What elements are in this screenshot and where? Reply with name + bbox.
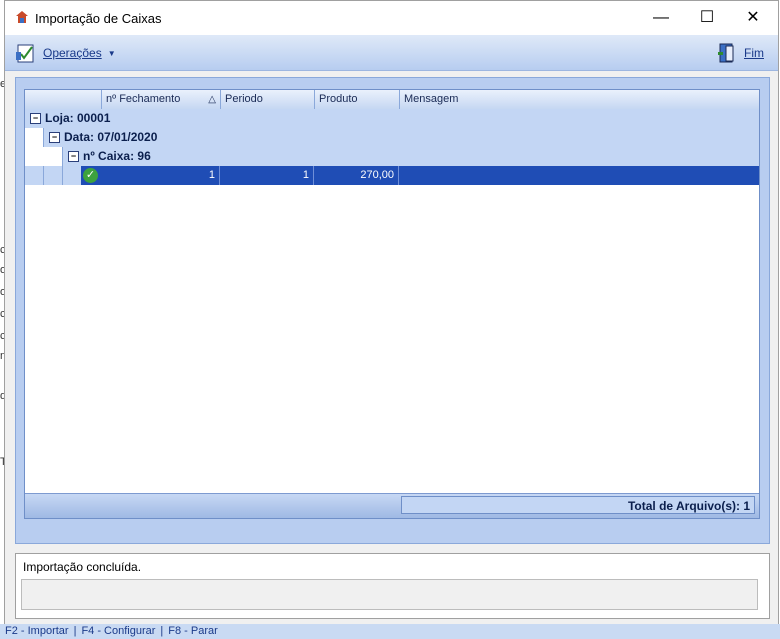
column-produto[interactable]: Produto	[314, 90, 399, 109]
exit-door-icon	[718, 43, 734, 63]
check-icon: ✓	[83, 168, 98, 183]
toolbar: Operações ▼ Fim	[5, 35, 778, 71]
shortcut-configure[interactable]: F4 - Configurar	[81, 625, 155, 637]
shortcut-import[interactable]: F2 - Importar	[5, 625, 69, 637]
status-panel: Importação concluída.	[15, 553, 770, 619]
window-title: Importação de Caixas	[35, 11, 162, 26]
shortcut-bar: F2 - Importar | F4 - Configurar | F8 - Parar	[0, 624, 780, 639]
minimize-button[interactable]: —	[638, 1, 684, 35]
progress-bar	[21, 579, 758, 610]
operations-label: Operações	[43, 46, 102, 60]
cell-produto: 270,00	[314, 166, 399, 185]
operations-icon	[16, 44, 34, 63]
group-label-register: nº Caixa: 96	[83, 149, 151, 163]
group-label-store: Loja: 00001	[45, 111, 111, 125]
group-row-date[interactable]: − Data: 07/01/2020	[43, 128, 759, 147]
title-bar: Importação de Caixas — ☐ ✕	[5, 1, 778, 35]
cell-mensagem	[399, 166, 759, 185]
group-row-store[interactable]: − Loja: 00001	[25, 109, 759, 128]
collapse-icon[interactable]: −	[49, 132, 60, 143]
column-label: nº Fechamento	[106, 93, 181, 105]
table-row[interactable]: ✓ 1 1 270,00	[81, 166, 759, 185]
operations-menu-button[interactable]: Operações ▼	[15, 41, 116, 65]
maximize-button[interactable]: ☐	[684, 1, 730, 35]
column-mensagem[interactable]: Mensagem	[399, 90, 759, 109]
cell-periodo: 1	[220, 166, 314, 185]
cell-fechamento: 1	[101, 166, 220, 185]
exit-button[interactable]: Fim	[716, 41, 764, 65]
grid-footer: Total de Arquivo(s): 1	[25, 493, 759, 518]
group-label-date: Data: 07/01/2020	[64, 130, 158, 144]
exit-label: Fim	[744, 46, 764, 60]
app-icon	[16, 11, 28, 23]
status-message: Importação concluída.	[23, 560, 142, 574]
group-row-register[interactable]: − nº Caixa: 96	[62, 147, 759, 166]
chevron-down-icon: ▼	[107, 48, 116, 58]
column-periodo[interactable]: Periodo	[220, 90, 314, 109]
close-button[interactable]: ✕	[730, 1, 776, 35]
collapse-icon[interactable]: −	[30, 113, 41, 124]
main-panel: nº Fechamento △ Periodo Produto Mensagem…	[15, 77, 770, 544]
import-window: Importação de Caixas — ☐ ✕ Operações ▼ F…	[4, 0, 779, 625]
column-fechamento[interactable]: nº Fechamento △	[101, 90, 220, 109]
shortcut-stop[interactable]: F8 - Parar	[168, 625, 218, 637]
column-header: nº Fechamento △ Periodo Produto Mensagem	[25, 90, 759, 110]
data-grid[interactable]: nº Fechamento △ Periodo Produto Mensagem…	[24, 89, 760, 519]
total-files-summary: Total de Arquivo(s): 1	[401, 496, 755, 514]
sort-ascending-icon: △	[208, 94, 216, 105]
collapse-icon[interactable]: −	[68, 151, 79, 162]
